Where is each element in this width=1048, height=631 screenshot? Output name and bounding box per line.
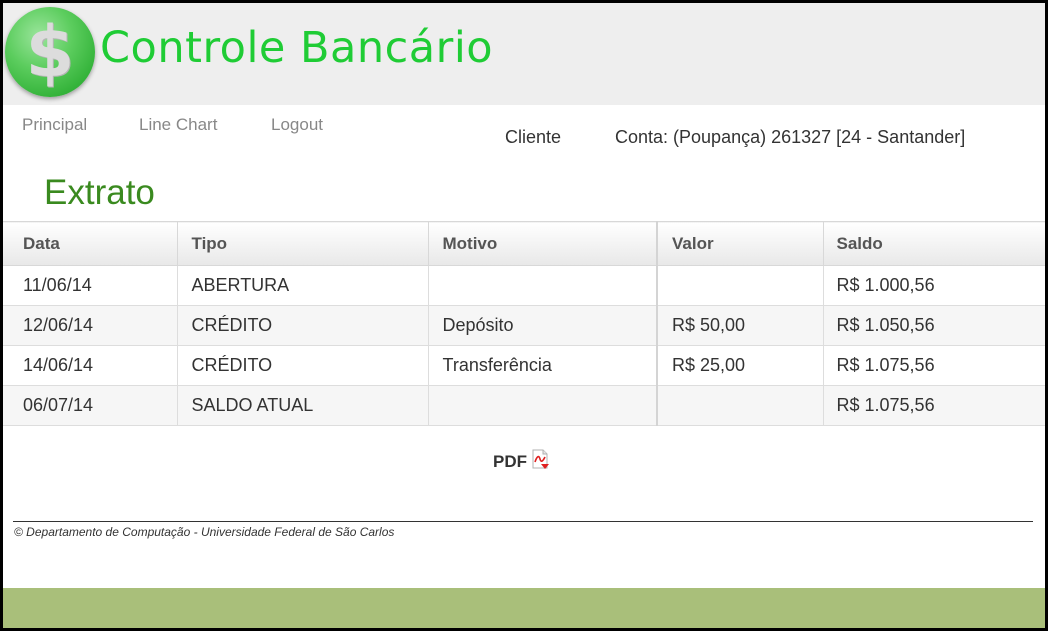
- cell-tipo: SALDO ATUAL: [176, 385, 428, 426]
- cell-data: 12/06/14: [3, 305, 177, 346]
- nav-link-line-chart[interactable]: Line Chart: [139, 115, 217, 135]
- cell-motivo: Depósito: [427, 305, 657, 346]
- column-header-motivo[interactable]: Motivo: [427, 221, 657, 266]
- cell-tipo: ABERTURA: [176, 265, 428, 306]
- page-title: Extrato: [44, 173, 155, 212]
- logo-glyph: $: [25, 11, 75, 93]
- cell-tipo: CRÉDITO: [176, 305, 428, 346]
- cell-valor: [656, 265, 823, 306]
- column-header-tipo[interactable]: Tipo: [176, 221, 428, 266]
- header: $ Controle Bancário: [3, 3, 1045, 105]
- bottom-bar: [3, 588, 1045, 628]
- pdf-export-link[interactable]: PDF: [493, 449, 551, 473]
- statement-table: Data Tipo Motivo Valor Saldo 11/06/14 AB…: [3, 221, 1045, 426]
- pdf-download-icon: [531, 449, 551, 471]
- table-row: 11/06/14 ABERTURA R$ 1.000,56: [3, 265, 1045, 306]
- footer-divider: [13, 521, 1033, 522]
- cell-motivo: Transferência: [427, 345, 657, 386]
- cell-motivo: [427, 385, 657, 426]
- pdf-label: PDF: [493, 452, 527, 471]
- cell-valor: [656, 385, 823, 426]
- column-header-valor[interactable]: Valor: [656, 221, 823, 266]
- cell-saldo: R$ 1.050,56: [822, 305, 1045, 346]
- cell-saldo: R$ 1.000,56: [822, 265, 1045, 306]
- column-header-data[interactable]: Data: [3, 221, 177, 266]
- nav-link-logout[interactable]: Logout: [271, 115, 323, 135]
- account-label: Conta: (Poupança) 261327 [24 - Santander…: [615, 127, 966, 147]
- table-row: 06/07/14 SALDO ATUAL R$ 1.075,56: [3, 385, 1045, 426]
- cell-valor: R$ 50,00: [656, 305, 823, 346]
- cell-saldo: R$ 1.075,56: [822, 345, 1045, 386]
- cell-data: 14/06/14: [3, 345, 177, 386]
- table-header-row: Data Tipo Motivo Valor Saldo: [3, 221, 1045, 266]
- app-frame: $ Controle Bancário Principal Line Chart…: [3, 3, 1045, 628]
- cell-motivo: [427, 265, 657, 306]
- table-row: 12/06/14 CRÉDITO Depósito R$ 50,00 R$ 1.…: [3, 305, 1045, 346]
- footer-copyright: © Departamento de Computação - Universid…: [14, 525, 395, 539]
- dollar-logo-icon: $: [5, 7, 95, 97]
- nav-link-principal[interactable]: Principal: [22, 115, 87, 135]
- app-title: Controle Bancário: [100, 23, 494, 73]
- table-row: 14/06/14 CRÉDITO Transferência R$ 25,00 …: [3, 345, 1045, 386]
- cell-data: 11/06/14: [3, 265, 177, 306]
- cell-tipo: CRÉDITO: [176, 345, 428, 386]
- cell-saldo: R$ 1.075,56: [822, 385, 1045, 426]
- client-label: Cliente: [505, 127, 562, 147]
- cell-valor: R$ 25,00: [656, 345, 823, 386]
- column-header-saldo[interactable]: Saldo: [822, 221, 1045, 266]
- cell-data: 06/07/14: [3, 385, 177, 426]
